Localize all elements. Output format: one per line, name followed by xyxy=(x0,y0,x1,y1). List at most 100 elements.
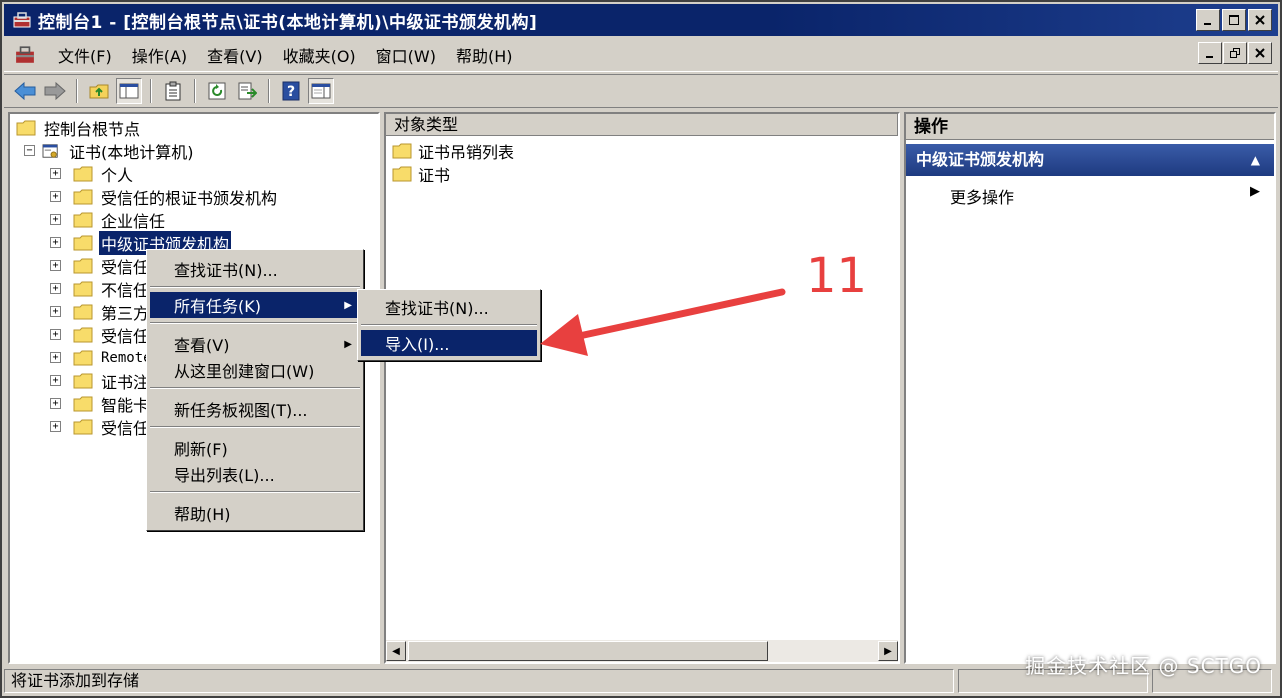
folder-icon xyxy=(73,327,93,342)
back-arrow-icon[interactable] xyxy=(12,78,38,104)
menu-view[interactable]: 查看(V) xyxy=(199,43,274,67)
menu-separator xyxy=(361,324,537,326)
tree-node[interactable]: + 受信任 xyxy=(50,323,151,346)
mdi-minimize-button[interactable] xyxy=(1198,42,1222,64)
menu-file[interactable]: 文件(F) xyxy=(50,43,124,67)
tree-label: 不信任 xyxy=(101,280,150,300)
toolbar-separator xyxy=(268,79,270,103)
close-button[interactable] xyxy=(1248,9,1272,31)
submenu-arrow-icon: ▶ xyxy=(344,299,352,311)
scroll-left-icon[interactable]: ◀ xyxy=(386,641,406,661)
list-item[interactable]: 证书 xyxy=(392,162,450,185)
folder-icon xyxy=(73,235,93,250)
expand-icon[interactable]: + xyxy=(50,260,61,271)
folder-icon xyxy=(73,258,93,273)
ctx-all-tasks[interactable]: 所有任务(K) ▶ xyxy=(150,292,360,318)
expand-icon[interactable]: + xyxy=(50,352,61,363)
ctx-help[interactable]: 帮助(H) xyxy=(150,500,360,526)
expand-icon[interactable]: + xyxy=(50,214,61,225)
up-folder-icon[interactable] xyxy=(86,78,112,104)
actions-section-title: 中级证书颁发机构 xyxy=(916,150,1045,169)
list-item[interactable]: 证书吊销列表 xyxy=(392,139,514,162)
sub-find-certificates[interactable]: 查找证书(N)... xyxy=(361,294,537,320)
expand-icon[interactable]: + xyxy=(50,191,61,202)
maximize-button[interactable] xyxy=(1222,9,1246,31)
sub-import[interactable]: 导入(I)... xyxy=(361,330,537,356)
tree-node[interactable]: + 受信任 xyxy=(50,254,151,277)
expand-icon[interactable]: + xyxy=(50,237,61,248)
refresh-icon[interactable] xyxy=(204,78,230,104)
ctx-new-taskpad-view[interactable]: 新任务板视图(T)... xyxy=(150,396,360,422)
toolbox-icon[interactable] xyxy=(14,44,36,66)
title-bar[interactable]: 控制台1 - [控制台根节点\证书(本地计算机)\中级证书颁发机构] xyxy=(4,4,1278,36)
list-item-label: 证书 xyxy=(418,165,451,185)
tree-label: 个人 xyxy=(101,165,134,185)
ctx-new-window-from-here[interactable]: 从这里创建窗口(W) xyxy=(150,357,360,383)
tree-label: 受信任 xyxy=(101,326,150,346)
folder-icon xyxy=(392,143,412,158)
show-hide-action-pane-icon[interactable] xyxy=(308,78,334,104)
tree-node[interactable]: + 个人 xyxy=(50,162,135,185)
tree-node[interactable]: + 不信任 xyxy=(50,277,151,300)
folder-icon xyxy=(73,212,93,227)
tree-node-root[interactable]: 控制台根节点 xyxy=(16,116,142,139)
help-icon[interactable]: ? xyxy=(278,78,304,104)
results-pane: 对象类型 证书吊销列表 证书 ◀ ▶ xyxy=(384,112,900,664)
folder-icon xyxy=(73,350,93,365)
tree-node[interactable]: + 受信任 xyxy=(50,415,151,438)
tree-node-certificates[interactable]: − 证书(本地计算机) xyxy=(24,139,196,162)
folder-icon xyxy=(73,373,93,388)
horizontal-scrollbar[interactable]: ◀ ▶ xyxy=(386,640,898,662)
minimize-button[interactable] xyxy=(1196,9,1220,31)
menu-action[interactable]: 操作(A) xyxy=(124,43,199,67)
ctx-view[interactable]: 查看(V) ▶ xyxy=(150,331,360,357)
more-actions-item[interactable]: 更多操作 xyxy=(950,184,1014,208)
expand-icon[interactable]: + xyxy=(50,375,61,386)
menu-window[interactable]: 窗口(W) xyxy=(368,43,448,67)
forward-arrow-icon[interactable] xyxy=(42,78,68,104)
expand-icon[interactable]: + xyxy=(50,398,61,409)
expand-icon[interactable]: + xyxy=(50,168,61,179)
toolbar-separator xyxy=(76,79,78,103)
watermark: 掘金技术社区 @ SCTGO xyxy=(1025,654,1262,678)
tree-node[interactable]: + 受信任的根证书颁发机构 xyxy=(50,185,279,208)
tree-label: 证书注 xyxy=(101,372,150,392)
folder-icon xyxy=(16,120,36,135)
ctx-refresh[interactable]: 刷新(F) xyxy=(150,435,360,461)
tree-node[interactable]: + 智能卡 xyxy=(50,392,151,415)
menu-help[interactable]: 帮助(H) xyxy=(448,43,525,67)
expand-icon[interactable]: + xyxy=(50,283,61,294)
scrollbar-thumb[interactable] xyxy=(408,641,768,661)
folder-icon xyxy=(73,396,93,411)
tree-node[interactable]: + 证书注 xyxy=(50,369,151,392)
mdi-restore-button[interactable] xyxy=(1223,42,1247,64)
tree-node[interactable]: + 企业信任 xyxy=(50,208,167,231)
svg-text:?: ? xyxy=(287,84,295,100)
expand-icon[interactable]: + xyxy=(50,329,61,340)
toolbar-separator xyxy=(194,79,196,103)
menu-favorites[interactable]: 收藏夹(O) xyxy=(275,43,368,67)
scroll-right-icon[interactable]: ▶ xyxy=(878,641,898,661)
status-text: 将证书添加到存储 xyxy=(4,669,954,693)
folder-icon xyxy=(73,304,93,319)
menu-separator xyxy=(150,387,360,389)
tree-label: 受信任 xyxy=(101,418,150,438)
actions-section-header[interactable]: 中级证书颁发机构 ▲ xyxy=(906,144,1274,176)
export-list-icon[interactable] xyxy=(234,78,260,104)
tree-node[interactable]: + 第三方 xyxy=(50,300,151,323)
clipboard-icon[interactable] xyxy=(160,78,186,104)
mdi-close-button[interactable] xyxy=(1248,42,1272,64)
ctx-find-certificates[interactable]: 查找证书(N)... xyxy=(150,256,360,282)
ctx-export-list[interactable]: 导出列表(L)... xyxy=(150,461,360,487)
menu-bar: 文件(F) 操作(A) 查看(V) 收藏夹(O) 窗口(W) 帮助(H) xyxy=(4,38,1278,72)
tree-label: 受信任 xyxy=(101,257,150,277)
collapse-caret-icon[interactable]: ▲ xyxy=(1251,144,1260,176)
column-header-object-type[interactable]: 对象类型 xyxy=(386,114,898,136)
collapse-icon[interactable]: − xyxy=(24,145,35,156)
show-hide-tree-icon[interactable] xyxy=(116,78,142,104)
tree-node[interactable]: + Remote xyxy=(50,346,154,369)
expand-icon[interactable]: + xyxy=(50,421,61,432)
expand-icon[interactable]: + xyxy=(50,306,61,317)
tree-label: 控制台根节点 xyxy=(44,119,141,139)
menu-separator xyxy=(150,426,360,428)
